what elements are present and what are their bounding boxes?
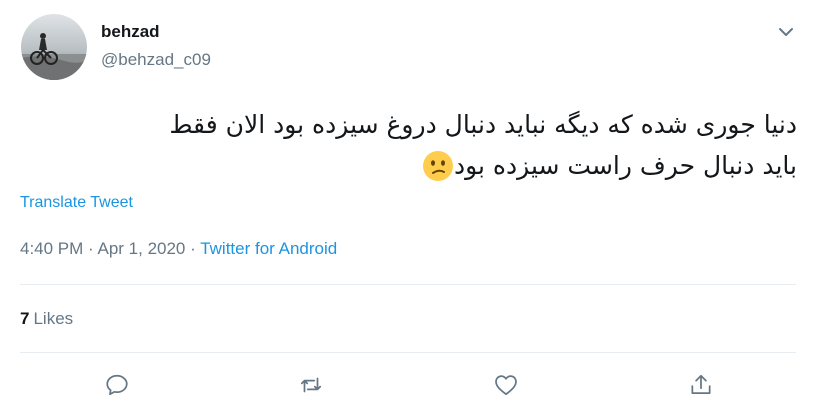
tweet-source-link[interactable]: Twitter for Android <box>200 239 337 258</box>
tweet-text-line-1: دنیا جوری شده که دیگه نباید دنبال دروغ س… <box>169 110 797 139</box>
tweet-meta: 4:40 PM · Apr 1, 2020 · Twitter for Andr… <box>20 239 337 259</box>
divider <box>20 284 796 285</box>
likes-count[interactable]: 7 Likes <box>20 309 73 329</box>
tweet-text: دنیا جوری شده که دیگه نباید دنبال دروغ س… <box>20 104 797 194</box>
chevron-down-icon[interactable] <box>774 20 798 44</box>
confused-face-emoji-icon <box>422 150 454 194</box>
reply-icon[interactable] <box>104 372 130 398</box>
share-icon[interactable] <box>688 372 714 398</box>
divider <box>20 352 796 353</box>
likes-label: Likes <box>33 309 74 328</box>
tweet-text-line-2: باید دنبال حرف راست سیزده بود <box>20 145 797 194</box>
translate-tweet-link[interactable]: Translate Tweet <box>20 194 133 212</box>
user-handle[interactable]: @behzad_c09 <box>101 50 211 70</box>
tweet-date[interactable]: Apr 1, 2020 <box>97 239 185 258</box>
tweet-text-line-2-text: باید دنبال حرف راست سیزده بود <box>453 151 797 180</box>
like-icon[interactable] <box>493 372 519 398</box>
tweet-time[interactable]: 4:40 PM <box>20 239 83 258</box>
display-name[interactable]: behzad <box>101 22 160 42</box>
avatar[interactable] <box>21 14 87 80</box>
retweet-icon[interactable] <box>298 372 324 398</box>
likes-number: 7 <box>20 309 30 328</box>
meta-separator-2: · <box>185 239 201 258</box>
meta-separator: · <box>83 239 98 258</box>
